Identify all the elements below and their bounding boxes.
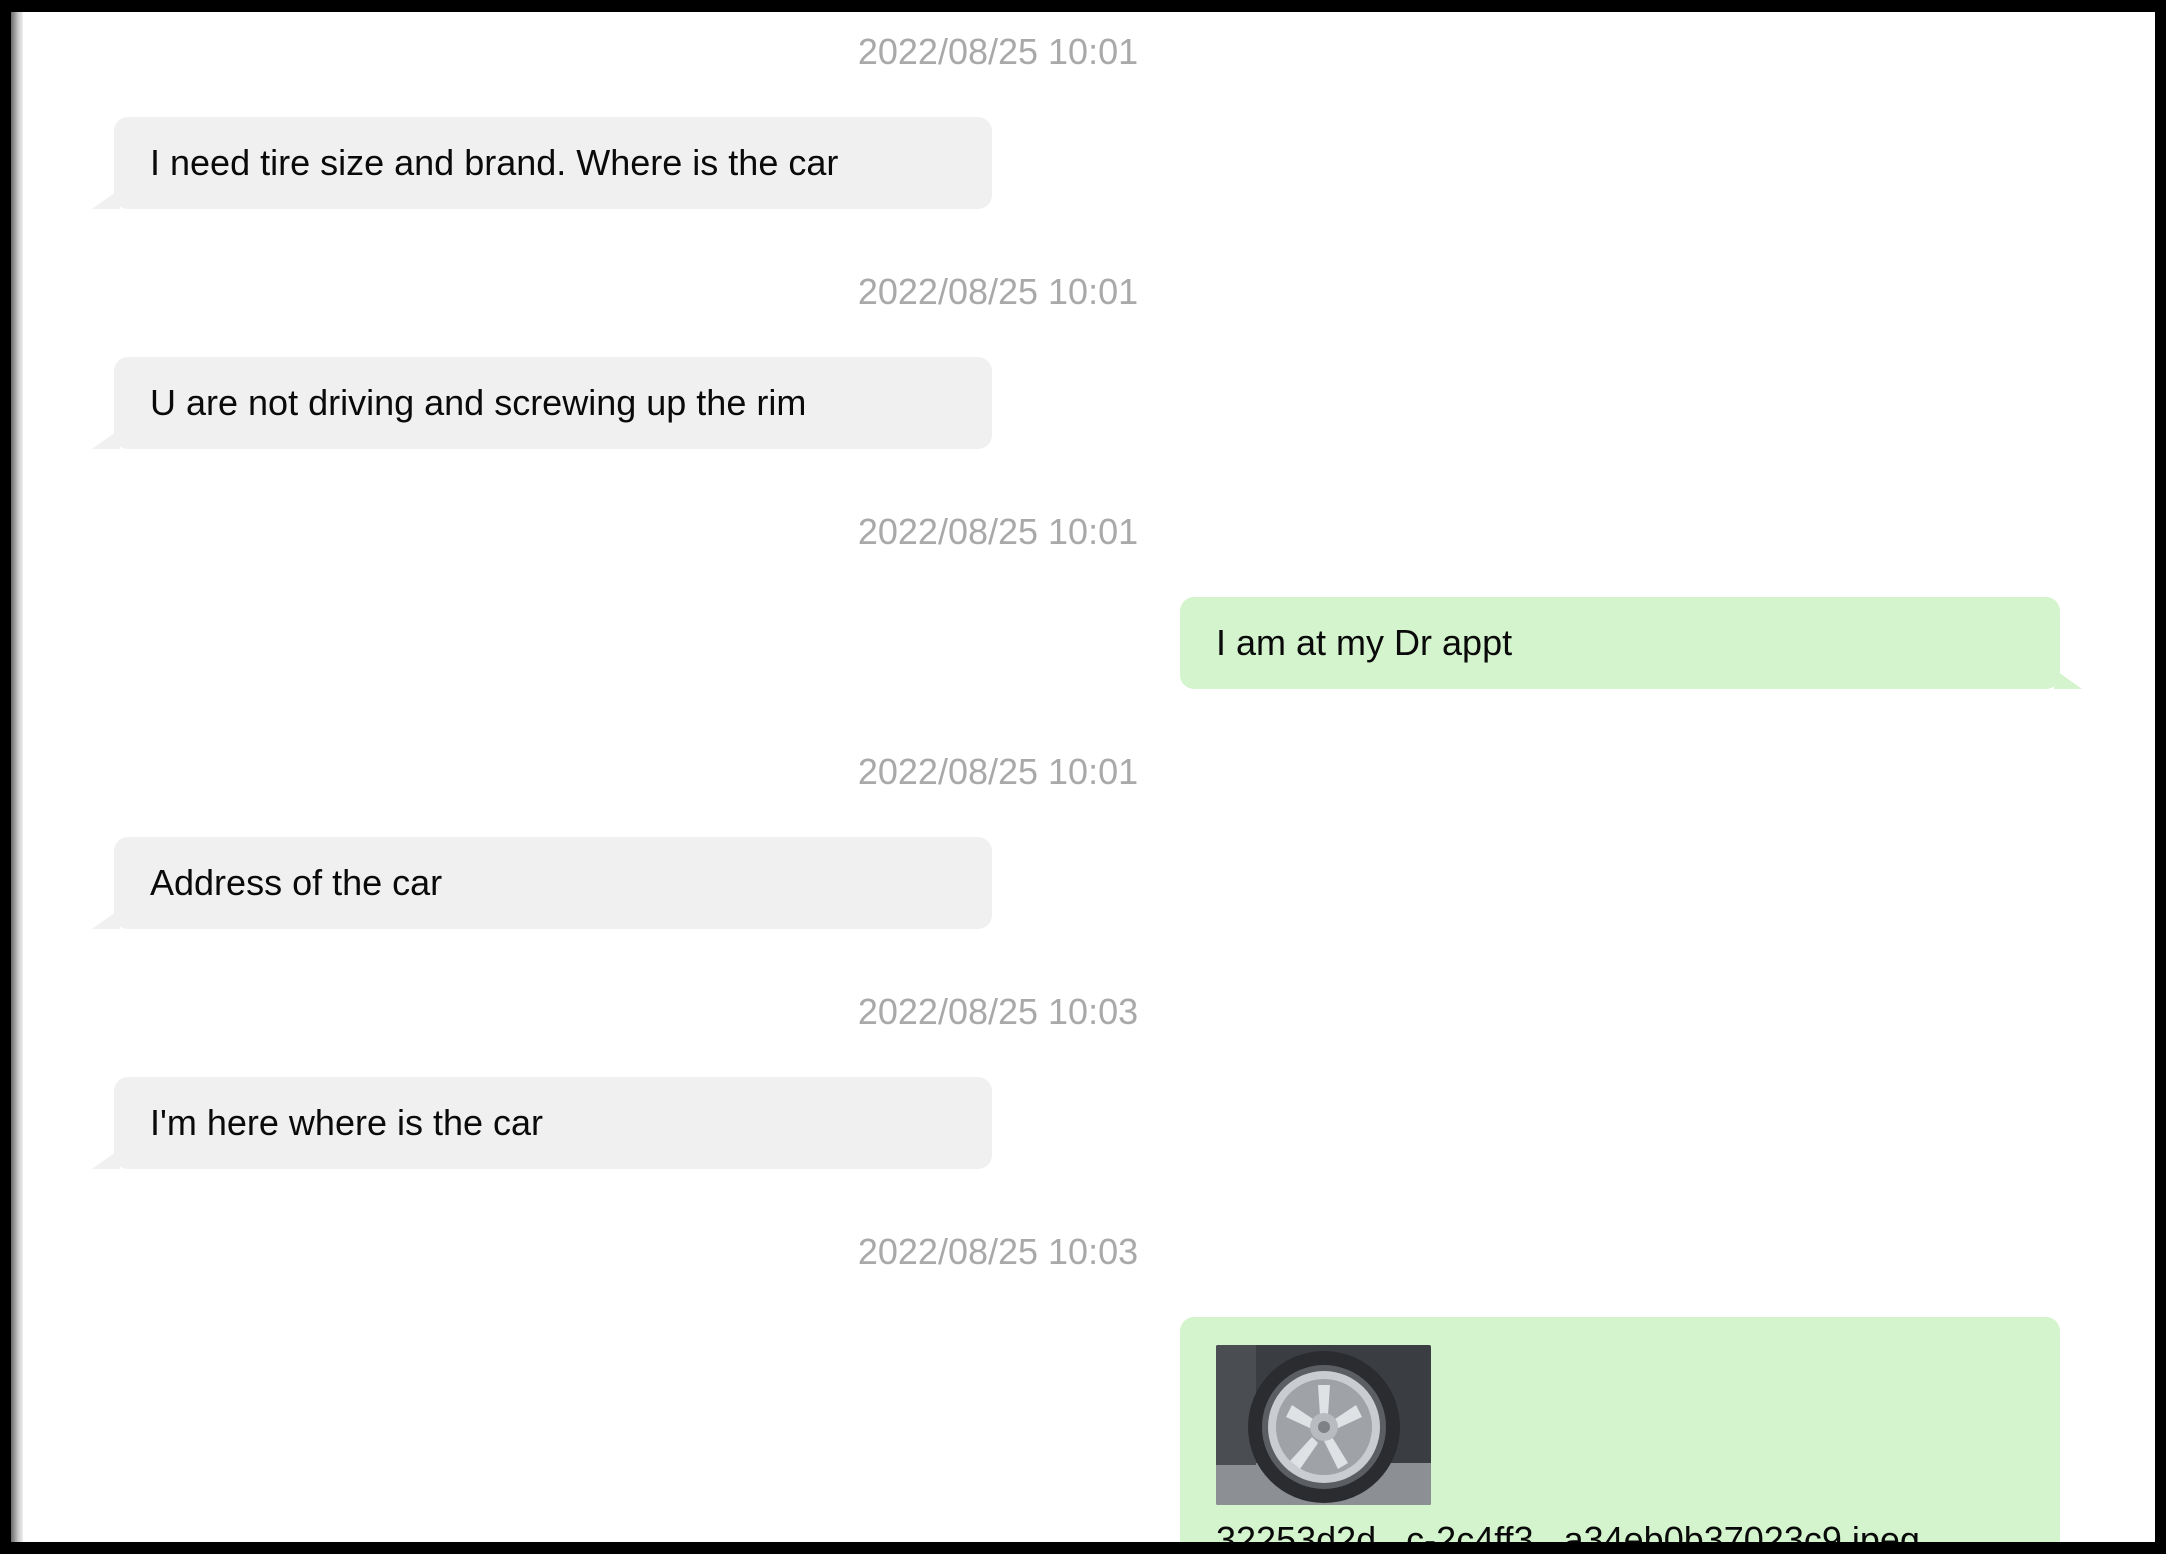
bubble-tail	[92, 909, 120, 929]
bubble-tail	[92, 429, 120, 449]
message-text: I'm here where is the car	[150, 1102, 544, 1143]
bubble-tail	[92, 1149, 120, 1169]
message-timestamp: 2022/08/25 10:03	[857, 991, 1139, 1032]
message-timestamp: 2022/08/25 10:01	[857, 271, 1139, 312]
message-timestamp: 2022/08/25 10:03	[857, 1231, 1139, 1272]
tire-wheel-image[interactable]	[1216, 1345, 1431, 1505]
bubble-tail	[92, 189, 120, 209]
message-text: I am at my Dr appt	[1216, 622, 1513, 663]
message-text: Address of the car	[150, 862, 443, 903]
incoming-message-bubble[interactable]: Address of the car	[92, 837, 992, 929]
incoming-message-bubble[interactable]: I need tire size and brand. Where is the…	[92, 117, 992, 209]
image-filename: 32253d2d...c-2c4ff3...a34eb0b37023c9.jpe…	[1216, 1519, 1920, 1543]
message-timestamp: 2022/08/25 10:01	[857, 751, 1139, 792]
outgoing-image-message[interactable]: 32253d2d...c-2c4ff3...a34eb0b37023c9.jpe…	[1180, 1317, 2060, 1542]
incoming-message-bubble[interactable]: U are not driving and screwing up the ri…	[92, 357, 992, 449]
message-timestamp: 2022/08/25 10:01	[857, 31, 1139, 72]
chat-window: 2022/08/25 10:01 I need tire size and br…	[11, 12, 2155, 1542]
incoming-message-bubble[interactable]: I'm here where is the car	[92, 1077, 992, 1169]
message-timestamp: 2022/08/25 10:01	[857, 511, 1139, 552]
outgoing-message-bubble[interactable]: I am at my Dr appt	[1180, 597, 2082, 689]
bubble-tail	[2054, 669, 2082, 689]
message-text: I need tire size and brand. Where is the…	[150, 142, 839, 183]
message-text: U are not driving and screwing up the ri…	[150, 382, 807, 423]
